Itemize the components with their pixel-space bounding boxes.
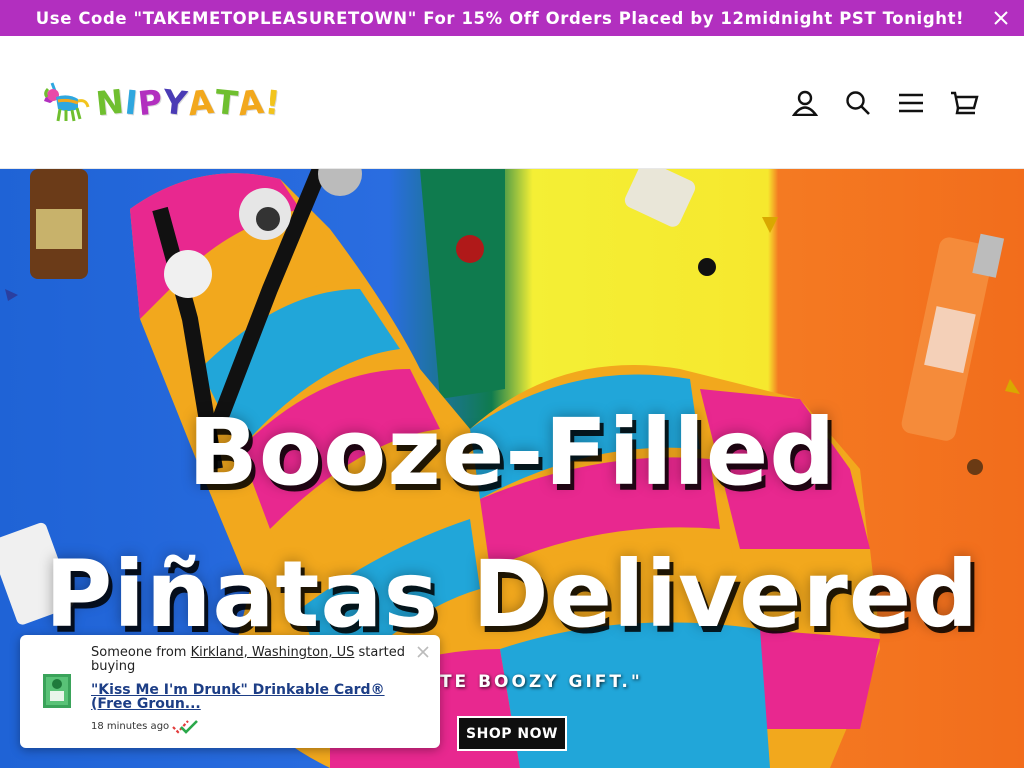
unicorn-logo-icon: [38, 77, 90, 127]
menu-icon[interactable]: [894, 88, 927, 118]
announcement-text: Use Code "TAKEMETOPLEASURETOWN" For 15% …: [35, 8, 965, 28]
verified-check-icon: [170, 718, 200, 736]
purchase-time: 18 minutes ago: [91, 721, 170, 732]
search-icon[interactable]: [841, 88, 874, 118]
hero-title-line1: Booze-Filled: [187, 399, 837, 506]
purchase-message: Someone from Kirkland, Washington, US st…: [91, 646, 426, 674]
purchase-location: Kirkland, Washington, US: [190, 645, 355, 660]
site-header: NIPYATA!: [0, 36, 1024, 169]
cart-icon[interactable]: [947, 88, 980, 118]
announcement-bar: Use Code "TAKEMETOPLEASURETOWN" For 15% …: [0, 0, 1024, 36]
purchased-product-link[interactable]: "Kiss Me I'm Drunk" Drinkable Card® (Fre…: [91, 683, 411, 711]
logo[interactable]: NIPYATA!: [38, 78, 288, 126]
header-actions: [788, 88, 980, 118]
account-icon[interactable]: [788, 88, 821, 118]
logo-letter: N: [94, 81, 127, 123]
shop-now-button[interactable]: SHOP NOW: [457, 716, 567, 751]
recent-purchase-popup[interactable]: Someone from Kirkland, Washington, US st…: [20, 635, 440, 748]
product-thumbnail[interactable]: [42, 673, 72, 709]
logo-letter: !: [262, 81, 283, 123]
close-icon[interactable]: [992, 9, 1010, 27]
purchase-prefix: Someone from: [91, 645, 191, 660]
logo-letter: A: [236, 81, 267, 123]
logo-letter: A: [186, 81, 217, 123]
hero-title-line2: Piñatas Delivered: [44, 541, 980, 648]
logo-wordmark: NIPYATA!: [94, 81, 283, 123]
